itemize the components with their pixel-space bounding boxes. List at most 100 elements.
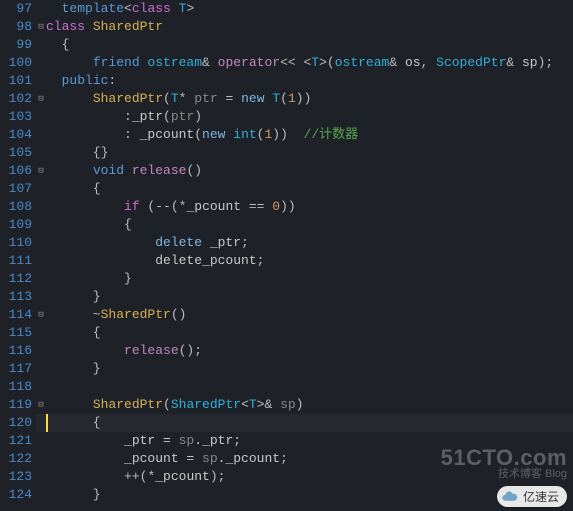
fold-toggle-icon[interactable]: ⊟ <box>36 306 46 324</box>
token-punct: ; <box>280 451 288 466</box>
code-editor[interactable]: 97 template<class T>98⊟class SharedPtr99… <box>0 0 573 511</box>
token-punct: ( <box>163 109 171 124</box>
code-content[interactable]: delete _ptr; <box>46 234 573 252</box>
code-line[interactable]: 124 } <box>0 486 573 504</box>
fold-toggle-icon <box>36 126 46 144</box>
token-punct: { <box>46 181 101 196</box>
code-line[interactable]: 121 _ptr = sp._ptr; <box>0 432 573 450</box>
provider-badge-label: 亿速云 <box>523 488 559 505</box>
code-content[interactable]: ++(*_pcount); <box>46 468 573 486</box>
code-line[interactable]: 120 { <box>0 414 573 432</box>
line-number: 117 <box>0 360 36 378</box>
code-line[interactable]: 107 { <box>0 180 573 198</box>
code-content[interactable]: } <box>46 360 573 378</box>
code-content[interactable]: : _pcount(new int(1)) //计数器 <box>46 126 573 144</box>
code-content[interactable]: release(); <box>46 342 573 360</box>
code-line[interactable]: 98⊟class SharedPtr <box>0 18 573 36</box>
token-plain: os <box>397 55 420 70</box>
line-number: 100 <box>0 54 36 72</box>
code-content[interactable]: public: <box>46 72 573 90</box>
code-content[interactable]: { <box>46 216 573 234</box>
token-plain: _ptr <box>132 109 163 124</box>
code-content[interactable]: friend ostream& operator<< <T>(ostream& … <box>46 54 573 72</box>
code-content[interactable]: { <box>46 36 573 54</box>
code-content[interactable]: } <box>46 270 573 288</box>
code-line[interactable]: 114⊟ ~SharedPtr() <box>0 306 573 324</box>
token-type: ostream <box>147 55 202 70</box>
token-punct: < <box>241 397 249 412</box>
token-num: 0 <box>272 199 280 214</box>
code-line[interactable]: 104 : _pcount(new int(1)) //计数器 <box>0 126 573 144</box>
line-number: 98 <box>0 18 36 36</box>
code-line[interactable]: 102⊟ SharedPtr(T* ptr = new T(1)) <box>0 90 573 108</box>
fold-toggle-icon[interactable]: ⊟ <box>36 18 46 36</box>
token-type: T <box>171 91 179 106</box>
code-line[interactable]: 112 } <box>0 270 573 288</box>
token-kw-sky: new <box>202 127 233 142</box>
code-line[interactable]: 103 :_ptr(ptr) <box>0 108 573 126</box>
cloud-icon <box>501 490 519 504</box>
token-kw-blue: void <box>93 163 124 178</box>
token-punct: >( <box>319 55 335 70</box>
code-content[interactable]: { <box>46 324 573 342</box>
code-content[interactable]: template<class T> <box>46 0 573 18</box>
token-comment: //计数器 <box>304 127 359 142</box>
code-content[interactable]: } <box>46 288 573 306</box>
token-punct: ) <box>296 397 304 412</box>
code-line[interactable]: 97 template<class T> <box>0 0 573 18</box>
provider-badge: 亿速云 <box>497 486 567 507</box>
code-content[interactable]: {} <box>46 144 573 162</box>
code-content[interactable]: } <box>46 486 573 504</box>
code-line[interactable]: 111 delete_pcount; <box>0 252 573 270</box>
code-line[interactable]: 110 delete _ptr; <box>0 234 573 252</box>
code-line[interactable]: 109 { <box>0 216 573 234</box>
token-kw-blue: friend <box>93 55 148 70</box>
token-type: ostream <box>335 55 390 70</box>
code-content[interactable]: _ptr = sp._ptr; <box>46 432 573 450</box>
token-kw-mag: class <box>46 19 93 34</box>
code-content[interactable]: _pcount = sp._pcount; <box>46 450 573 468</box>
code-content[interactable]: :_ptr(ptr) <box>46 108 573 126</box>
line-number: 97 <box>0 0 36 18</box>
code-line[interactable]: 106⊟ void release() <box>0 162 573 180</box>
code-line[interactable]: 118 <box>0 378 573 396</box>
code-line[interactable]: 115 { <box>0 324 573 342</box>
token-op: = <box>218 91 241 106</box>
code-content[interactable]: SharedPtr(T* ptr = new T(1)) <box>46 90 573 108</box>
token-plain <box>210 55 218 70</box>
code-content[interactable]: delete_pcount; <box>46 252 573 270</box>
code-line[interactable]: 119⊟ SharedPtr(SharedPtr<T>& sp) <box>0 396 573 414</box>
code-content[interactable]: class SharedPtr <box>46 18 573 36</box>
token-plain <box>46 1 62 16</box>
code-line[interactable]: 123 ++(*_pcount); <box>0 468 573 486</box>
code-line[interactable]: 100 friend ostream& operator<< <T>(ostre… <box>0 54 573 72</box>
code-content[interactable]: void release() <box>46 162 573 180</box>
code-line[interactable]: 122 _pcount = sp._pcount; <box>0 450 573 468</box>
code-line[interactable]: 113 } <box>0 288 573 306</box>
line-number: 120 <box>0 414 36 432</box>
code-line[interactable]: 105 {} <box>0 144 573 162</box>
code-line[interactable]: 108 if (--(*_pcount == 0)) <box>0 198 573 216</box>
code-content[interactable]: SharedPtr(SharedPtr<T>& sp) <box>46 396 573 414</box>
fold-toggle-icon[interactable]: ⊟ <box>36 162 46 180</box>
line-number: 124 <box>0 486 36 504</box>
token-punct: > <box>257 397 265 412</box>
token-param: sp <box>179 433 195 448</box>
fold-toggle-icon <box>36 432 46 450</box>
code-content[interactable]: { <box>46 180 573 198</box>
fold-toggle-icon[interactable]: ⊟ <box>36 90 46 108</box>
token-op: & <box>389 55 397 70</box>
fold-toggle-icon[interactable]: ⊟ <box>36 396 46 414</box>
token-punct: ) <box>194 109 202 124</box>
code-content[interactable]: ~SharedPtr() <box>46 306 573 324</box>
code-line[interactable]: 116 release(); <box>0 342 573 360</box>
code-content[interactable]: { <box>46 414 573 432</box>
fold-toggle-icon <box>36 252 46 270</box>
code-content[interactable]: if (--(*_pcount == 0)) <box>46 198 573 216</box>
code-line[interactable]: 101 public: <box>0 72 573 90</box>
code-line[interactable]: 99 { <box>0 36 573 54</box>
token-class-name: SharedPtr <box>101 307 171 322</box>
token-punct: () <box>179 343 195 358</box>
line-number: 99 <box>0 36 36 54</box>
code-line[interactable]: 117 } <box>0 360 573 378</box>
